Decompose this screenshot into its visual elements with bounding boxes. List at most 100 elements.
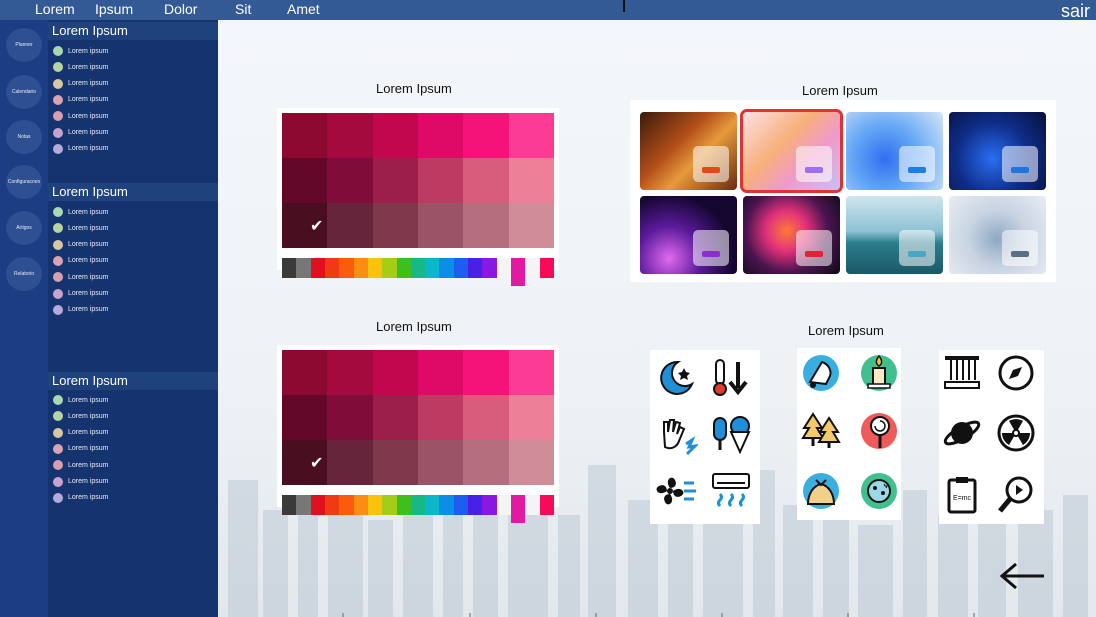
- panel-list-item[interactable]: Lorem ipsum: [53, 110, 108, 122]
- color-swatch[interactable]: [453, 258, 469, 278]
- color-cell[interactable]: ✔: [282, 203, 328, 248]
- color-swatch[interactable]: [482, 495, 497, 515]
- color-cell[interactable]: [508, 395, 554, 440]
- ice-cream-icon[interactable]: [710, 414, 752, 456]
- color-cell[interactable]: [327, 113, 373, 158]
- color-cell[interactable]: [508, 158, 554, 203]
- rail-button-relatorio[interactable]: Relatorio: [6, 257, 42, 291]
- color-swatch[interactable]: [296, 495, 311, 515]
- panel-list-item[interactable]: Lorem ipsum: [53, 78, 108, 90]
- color-cell[interactable]: [508, 203, 554, 248]
- color-swatch[interactable]: [282, 258, 297, 278]
- color-swatch[interactable]: [525, 258, 540, 278]
- panel-list-item[interactable]: Lorem ipsum: [53, 443, 108, 455]
- panel-list-item[interactable]: Lorem ipsum: [53, 271, 108, 283]
- panel-list-item[interactable]: Lorem ipsum: [53, 94, 108, 106]
- panel-list-item[interactable]: Lorem ipsum: [53, 61, 108, 73]
- color-cell[interactable]: [327, 395, 373, 440]
- panel-list-item[interactable]: Lorem ipsum: [53, 476, 108, 488]
- color-cell[interactable]: [282, 158, 328, 203]
- color-swatch-selected[interactable]: [511, 258, 526, 286]
- panel-list-item[interactable]: Lorem ipsum: [53, 45, 108, 57]
- color-cell[interactable]: [282, 113, 328, 158]
- panel-list-item[interactable]: Lorem ipsum: [53, 127, 108, 139]
- color-swatch[interactable]: [539, 258, 554, 278]
- color-cell[interactable]: [327, 440, 373, 485]
- color-swatch[interactable]: [425, 495, 440, 515]
- rail-button-notas[interactable]: Notas: [6, 120, 42, 154]
- panel-list-item[interactable]: Lorem ipsum: [53, 239, 108, 251]
- nav-item-1[interactable]: Lorem: [35, 1, 75, 18]
- color-cell[interactable]: [372, 440, 418, 485]
- color-cell[interactable]: [463, 440, 509, 485]
- color-swatch[interactable]: [482, 258, 497, 278]
- wallpaper-thumb[interactable]: [949, 196, 1046, 274]
- color-swatch[interactable]: [353, 495, 368, 515]
- color-swatch[interactable]: [324, 495, 340, 515]
- color-cell[interactable]: [372, 203, 418, 248]
- color-cell[interactable]: [282, 395, 328, 440]
- planet-icon[interactable]: [941, 412, 983, 454]
- nav-item-4[interactable]: Sit: [235, 1, 251, 18]
- color-swatch[interactable]: [539, 495, 554, 515]
- color-swatch[interactable]: [468, 258, 483, 278]
- color-cell[interactable]: [417, 203, 464, 248]
- nav-item-3[interactable]: Dolor: [164, 1, 197, 18]
- rail-button-configuracoes[interactable]: Configuracoes: [6, 165, 42, 199]
- color-swatch[interactable]: [296, 258, 311, 278]
- color-cell[interactable]: [417, 395, 464, 440]
- color-cell[interactable]: [372, 395, 418, 440]
- play-search-icon[interactable]: [995, 474, 1037, 516]
- rail-button-artigos[interactable]: Artigos: [6, 211, 42, 245]
- color-swatch[interactable]: [339, 258, 354, 278]
- color-cell[interactable]: [417, 350, 464, 395]
- panel-list-item[interactable]: Lorem ipsum: [53, 427, 108, 439]
- bell-icon[interactable]: [800, 352, 842, 394]
- color-swatch[interactable]: [367, 258, 383, 278]
- color-swatch[interactable]: [410, 495, 426, 515]
- candle-icon[interactable]: [858, 352, 900, 394]
- color-cell[interactable]: [327, 350, 373, 395]
- logout-link[interactable]: sair: [1061, 0, 1090, 22]
- color-swatch[interactable]: [282, 495, 297, 515]
- color-cell[interactable]: [282, 350, 328, 395]
- nav-item-5[interactable]: Amet: [287, 1, 320, 18]
- color-cell[interactable]: [463, 395, 509, 440]
- cookie-icon[interactable]: [858, 470, 900, 512]
- color-cell[interactable]: [508, 350, 554, 395]
- color-cell[interactable]: [372, 350, 418, 395]
- color-cell[interactable]: [463, 158, 509, 203]
- color-swatch[interactable]: [353, 258, 368, 278]
- color-swatch[interactable]: [382, 258, 397, 278]
- color-cell[interactable]: ✔: [282, 440, 328, 485]
- color-swatch[interactable]: [496, 495, 511, 515]
- color-cell[interactable]: [463, 203, 509, 248]
- formula-clipboard-icon[interactable]: E=mc: [941, 474, 983, 516]
- cold-hand-icon[interactable]: [656, 414, 698, 456]
- wallpaper-thumb[interactable]: [846, 112, 943, 190]
- color-swatch[interactable]: [525, 495, 540, 515]
- color-swatch[interactable]: [410, 258, 426, 278]
- moon-stars-icon[interactable]: [656, 356, 698, 398]
- compass-icon[interactable]: [995, 352, 1037, 394]
- color-cell[interactable]: [508, 440, 554, 485]
- color-swatch[interactable]: [439, 495, 454, 515]
- rail-button-planner[interactable]: Planner: [6, 28, 42, 62]
- air-conditioner-icon[interactable]: [710, 470, 752, 512]
- color-cell[interactable]: [417, 440, 464, 485]
- panel-list-item[interactable]: Lorem ipsum: [53, 304, 108, 316]
- wallpaper-thumb[interactable]: [640, 112, 737, 190]
- color-swatch[interactable]: [382, 495, 397, 515]
- color-swatch[interactable]: [310, 495, 325, 515]
- color-swatch[interactable]: [496, 258, 511, 278]
- color-cell[interactable]: [327, 203, 373, 248]
- wallpaper-thumb-selected[interactable]: [740, 109, 843, 193]
- panel-list-item[interactable]: Lorem ipsum: [53, 143, 108, 155]
- back-arrow-icon[interactable]: [998, 560, 1046, 592]
- panel-list-item[interactable]: Lorem ipsum: [53, 255, 108, 267]
- color-swatch[interactable]: [468, 495, 483, 515]
- wallpaper-thumb[interactable]: [640, 196, 737, 274]
- wallpaper-thumb[interactable]: [846, 196, 943, 274]
- nav-item-2[interactable]: Ipsum: [95, 1, 133, 18]
- color-swatch[interactable]: [453, 495, 469, 515]
